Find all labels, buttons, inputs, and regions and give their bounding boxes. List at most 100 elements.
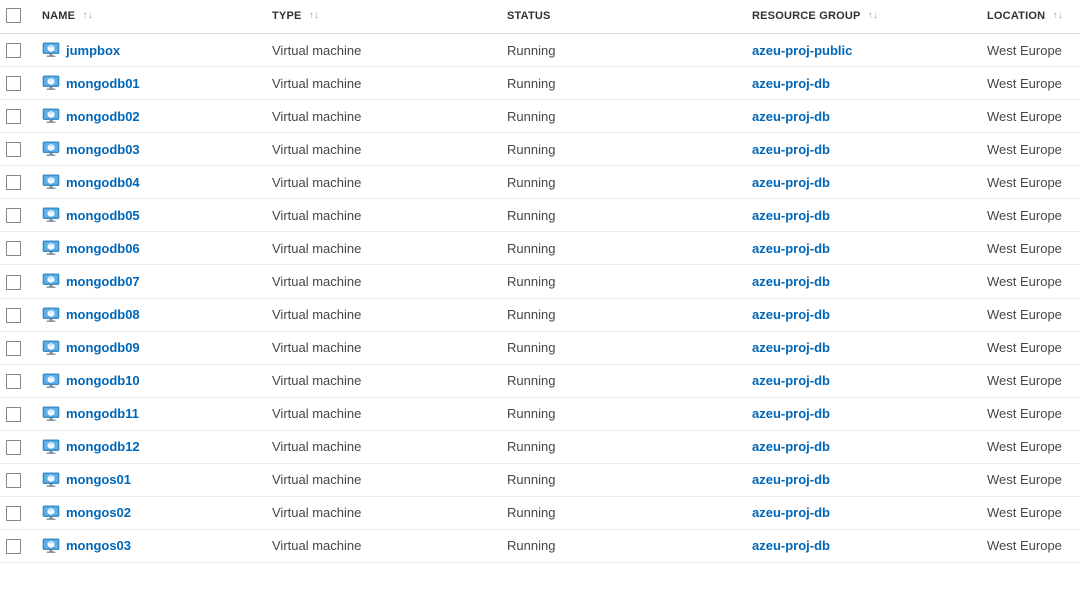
table-row[interactable]: mongodb09 Virtual machine Running azeu-p… <box>0 331 1080 364</box>
row-checkbox[interactable] <box>6 76 21 91</box>
resource-group-link[interactable]: azeu-proj-db <box>752 538 830 553</box>
row-checkbox-cell <box>0 133 36 166</box>
cell-status: Running <box>501 199 746 232</box>
table-row[interactable]: mongodb01 Virtual machine Running azeu-p… <box>0 67 1080 100</box>
cell-status: Running <box>501 232 746 265</box>
cell-type: Virtual machine <box>266 430 501 463</box>
table-row[interactable]: mongodb06 Virtual machine Running azeu-p… <box>0 232 1080 265</box>
resource-name-link[interactable]: mongos03 <box>66 538 131 553</box>
row-checkbox[interactable] <box>6 142 21 157</box>
header-location[interactable]: LOCATION ↑↓ <box>981 0 1080 34</box>
resource-name-link[interactable]: mongodb11 <box>66 406 139 421</box>
row-checkbox[interactable] <box>6 440 21 455</box>
row-checkbox[interactable] <box>6 539 21 554</box>
resource-group-link[interactable]: azeu-proj-db <box>752 307 830 322</box>
table-header-row: NAME ↑↓ TYPE ↑↓ STATUS RESOURCE GROUP ↑↓… <box>0 0 1080 34</box>
resource-group-link[interactable]: azeu-proj-db <box>752 142 830 157</box>
row-checkbox[interactable] <box>6 275 21 290</box>
table-row[interactable]: jumpbox Virtual machine Running azeu-pro… <box>0 34 1080 67</box>
resource-name-link[interactable]: jumpbox <box>66 43 120 58</box>
cell-location: West Europe <box>981 397 1080 430</box>
vm-icon <box>42 373 60 389</box>
cell-type: Virtual machine <box>266 496 501 529</box>
resource-group-link[interactable]: azeu-proj-db <box>752 109 830 124</box>
cell-name: mongodb04 <box>36 166 266 199</box>
row-checkbox[interactable] <box>6 473 21 488</box>
table-row[interactable]: mongodb07 Virtual machine Running azeu-p… <box>0 265 1080 298</box>
resource-name-link[interactable]: mongodb09 <box>66 340 140 355</box>
row-checkbox[interactable] <box>6 175 21 190</box>
cell-location: West Europe <box>981 133 1080 166</box>
resource-group-link[interactable]: azeu-proj-db <box>752 472 830 487</box>
row-checkbox[interactable] <box>6 341 21 356</box>
cell-location: West Europe <box>981 199 1080 232</box>
row-checkbox[interactable] <box>6 308 21 323</box>
vm-icon <box>42 406 60 422</box>
resource-group-link[interactable]: azeu-proj-db <box>752 208 830 223</box>
table-row[interactable]: mongodb11 Virtual machine Running azeu-p… <box>0 397 1080 430</box>
row-checkbox[interactable] <box>6 208 21 223</box>
row-checkbox[interactable] <box>6 374 21 389</box>
resource-name-link[interactable]: mongodb07 <box>66 274 140 289</box>
resource-group-link[interactable]: azeu-proj-db <box>752 241 830 256</box>
table-row[interactable]: mongodb05 Virtual machine Running azeu-p… <box>0 199 1080 232</box>
table-row[interactable]: mongodb12 Virtual machine Running azeu-p… <box>0 430 1080 463</box>
resource-name-link[interactable]: mongos02 <box>66 505 131 520</box>
resource-group-link[interactable]: azeu-proj-db <box>752 175 830 190</box>
header-status[interactable]: STATUS <box>501 0 746 34</box>
resource-name-link[interactable]: mongodb02 <box>66 109 140 124</box>
select-all-checkbox[interactable] <box>6 8 21 23</box>
sort-icon: ↑↓ <box>1053 11 1063 21</box>
header-resource-group[interactable]: RESOURCE GROUP ↑↓ <box>746 0 981 34</box>
resource-name-link[interactable]: mongodb06 <box>66 241 140 256</box>
table-row[interactable]: mongodb03 Virtual machine Running azeu-p… <box>0 133 1080 166</box>
resource-group-link[interactable]: azeu-proj-db <box>752 439 830 454</box>
cell-location: West Europe <box>981 430 1080 463</box>
resource-group-link[interactable]: azeu-proj-public <box>752 43 852 58</box>
cell-status: Running <box>501 364 746 397</box>
resource-name-link[interactable]: mongodb08 <box>66 307 140 322</box>
table-row[interactable]: mongodb02 Virtual machine Running azeu-p… <box>0 100 1080 133</box>
resource-group-link[interactable]: azeu-proj-db <box>752 340 830 355</box>
resource-name-link[interactable]: mongodb01 <box>66 76 140 91</box>
table-row[interactable]: mongodb10 Virtual machine Running azeu-p… <box>0 364 1080 397</box>
table-row[interactable]: mongodb04 Virtual machine Running azeu-p… <box>0 166 1080 199</box>
sort-icon: ↑↓ <box>82 11 92 21</box>
cell-resource-group: azeu-proj-public <box>746 34 981 67</box>
header-type[interactable]: TYPE ↑↓ <box>266 0 501 34</box>
row-checkbox[interactable] <box>6 43 21 58</box>
row-checkbox[interactable] <box>6 109 21 124</box>
resource-group-link[interactable]: azeu-proj-db <box>752 274 830 289</box>
resource-name-link[interactable]: mongos01 <box>66 472 131 487</box>
cell-status: Running <box>501 463 746 496</box>
table-row[interactable]: mongos02 Virtual machine Running azeu-pr… <box>0 496 1080 529</box>
resource-group-link[interactable]: azeu-proj-db <box>752 406 830 421</box>
table-row[interactable]: mongodb08 Virtual machine Running azeu-p… <box>0 298 1080 331</box>
header-name[interactable]: NAME ↑↓ <box>36 0 266 34</box>
resource-group-link[interactable]: azeu-proj-db <box>752 505 830 520</box>
row-checkbox[interactable] <box>6 506 21 521</box>
table-row[interactable]: mongos03 Virtual machine Running azeu-pr… <box>0 529 1080 562</box>
resource-name-link[interactable]: mongodb03 <box>66 142 140 157</box>
row-checkbox-cell <box>0 232 36 265</box>
cell-location: West Europe <box>981 67 1080 100</box>
resource-name-link[interactable]: mongodb04 <box>66 175 140 190</box>
cell-location: West Europe <box>981 100 1080 133</box>
row-checkbox[interactable] <box>6 241 21 256</box>
cell-name: mongodb01 <box>36 67 266 100</box>
row-checkbox-cell <box>0 298 36 331</box>
row-checkbox[interactable] <box>6 407 21 422</box>
row-checkbox-cell <box>0 364 36 397</box>
resource-group-link[interactable]: azeu-proj-db <box>752 76 830 91</box>
table-row[interactable]: mongos01 Virtual machine Running azeu-pr… <box>0 463 1080 496</box>
resource-name-link[interactable]: mongodb05 <box>66 208 140 223</box>
header-type-label: TYPE <box>272 10 302 22</box>
resource-name-link[interactable]: mongodb12 <box>66 439 140 454</box>
row-checkbox-cell <box>0 430 36 463</box>
resource-group-link[interactable]: azeu-proj-db <box>752 373 830 388</box>
cell-location: West Europe <box>981 496 1080 529</box>
cell-name: mongodb07 <box>36 265 266 298</box>
resource-name-link[interactable]: mongodb10 <box>66 373 140 388</box>
cell-resource-group: azeu-proj-db <box>746 331 981 364</box>
cell-name: mongodb06 <box>36 232 266 265</box>
